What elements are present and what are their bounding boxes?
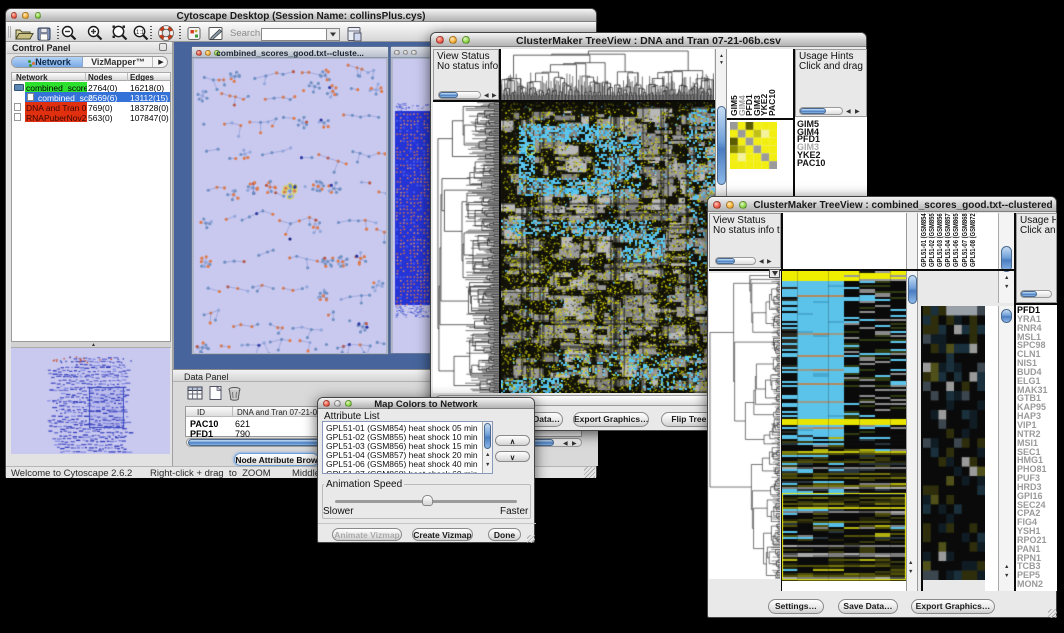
svg-text:Search:: Search: [230,28,263,39]
svg-text:1:1: 1:1 [136,30,145,36]
